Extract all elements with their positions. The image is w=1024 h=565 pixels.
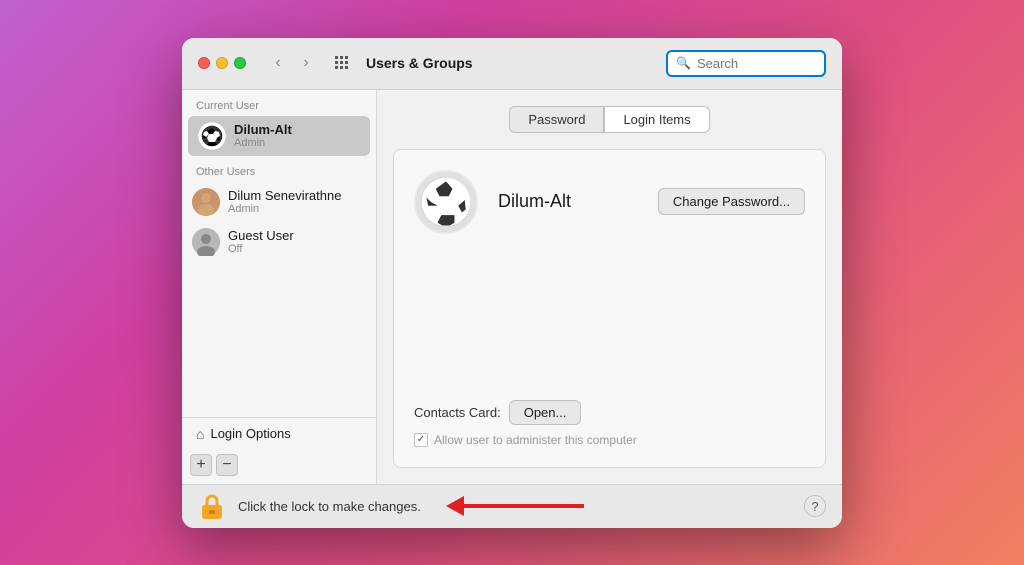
other-users-label: Other Users xyxy=(182,156,376,182)
content-area: Current User xyxy=(182,90,842,484)
other-user-1-name: Dilum Senevirathne xyxy=(228,188,341,203)
main-panel: Password Login Items xyxy=(377,90,842,484)
other-user-2-name: Guest User xyxy=(228,228,294,243)
main-user-avatar xyxy=(414,170,478,234)
lock-icon[interactable] xyxy=(198,492,226,520)
users-groups-window: ‹ › Users & Groups 🔍 Current xyxy=(182,38,842,528)
window-title: Users & Groups xyxy=(366,55,654,71)
red-arrow xyxy=(446,496,584,516)
lock-text: Click the lock to make changes. xyxy=(238,499,434,514)
current-user-info: Dilum-Alt Admin xyxy=(234,122,292,149)
login-options-item[interactable]: ⌂ Login Options xyxy=(182,417,376,450)
other-user-1-info: Dilum Senevirathne Admin xyxy=(228,188,341,215)
panel-content: Dilum-Alt Change Password... Contacts Ca… xyxy=(393,149,826,468)
add-user-button[interactable]: + xyxy=(190,454,212,476)
arrow-head xyxy=(446,496,464,516)
search-bar[interactable]: 🔍 xyxy=(666,50,826,77)
current-user-name: Dilum-Alt xyxy=(234,122,292,137)
arrow-line xyxy=(464,504,584,508)
main-username: Dilum-Alt xyxy=(498,191,638,212)
current-user-item[interactable]: Dilum-Alt Admin xyxy=(188,116,370,156)
contacts-label: Contacts Card: xyxy=(414,405,501,420)
tab-password[interactable]: Password xyxy=(509,106,604,133)
home-icon: ⌂ xyxy=(196,426,204,442)
current-user-role: Admin xyxy=(234,137,292,149)
other-user-item-2[interactable]: Guest User Off xyxy=(182,222,376,262)
back-button[interactable]: ‹ xyxy=(266,51,290,75)
other-user-2-avatar xyxy=(192,228,220,256)
sidebar-controls: + − xyxy=(182,450,376,484)
tab-bar: Password Login Items xyxy=(393,106,826,133)
help-button[interactable]: ? xyxy=(804,495,826,517)
other-user-1-avatar xyxy=(192,188,220,216)
admin-label: Allow user to administer this computer xyxy=(434,433,637,447)
close-button[interactable] xyxy=(198,57,210,69)
contacts-row: Contacts Card: Open... xyxy=(414,400,805,425)
admin-checkbox-row: ✓ Allow user to administer this computer xyxy=(414,433,805,447)
traffic-lights xyxy=(198,57,246,69)
forward-button[interactable]: › xyxy=(294,51,318,75)
nav-buttons: ‹ › xyxy=(266,51,318,75)
other-user-2-role: Off xyxy=(228,243,294,255)
admin-checkbox[interactable]: ✓ xyxy=(414,433,428,447)
open-contacts-button[interactable]: Open... xyxy=(509,400,582,425)
other-user-2-info: Guest User Off xyxy=(228,228,294,255)
search-icon: 🔍 xyxy=(676,56,691,70)
bottom-bar: Click the lock to make changes. ? xyxy=(182,484,842,528)
maximize-button[interactable] xyxy=(234,57,246,69)
tab-login-items[interactable]: Login Items xyxy=(604,106,709,133)
minimize-button[interactable] xyxy=(216,57,228,69)
title-bar: ‹ › Users & Groups 🔍 xyxy=(182,38,842,90)
other-user-item-1[interactable]: Dilum Senevirathne Admin xyxy=(182,182,376,222)
login-options-label: Login Options xyxy=(210,426,290,441)
sidebar: Current User xyxy=(182,90,377,484)
change-password-button[interactable]: Change Password... xyxy=(658,188,805,215)
other-user-1-role: Admin xyxy=(228,203,341,215)
remove-user-button[interactable]: − xyxy=(216,454,238,476)
grid-icon[interactable] xyxy=(330,51,354,75)
search-input[interactable] xyxy=(697,56,817,71)
current-user-avatar xyxy=(198,122,226,150)
user-header: Dilum-Alt Change Password... xyxy=(414,170,805,234)
current-user-label: Current User xyxy=(182,90,376,116)
